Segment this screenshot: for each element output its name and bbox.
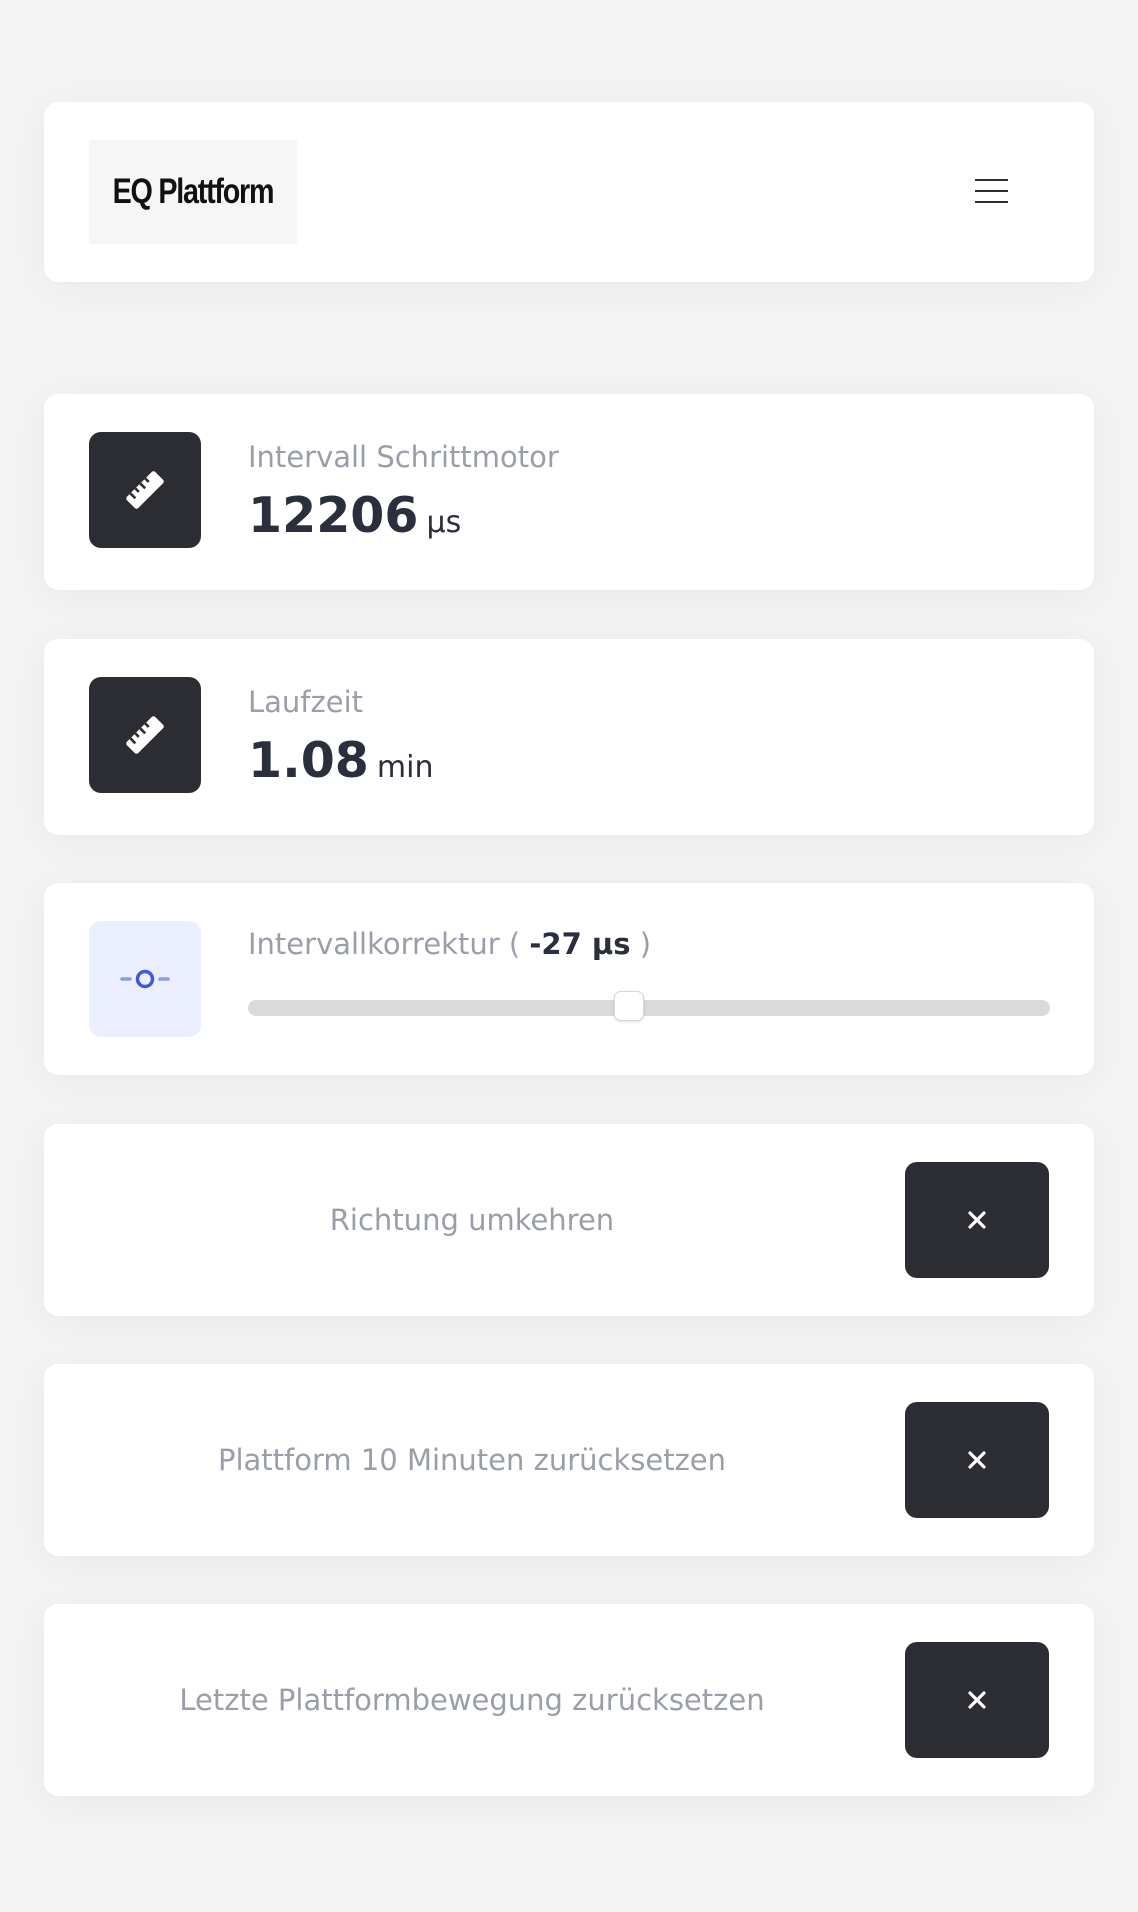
slider-thumb[interactable]	[613, 991, 644, 1021]
reset-last-movement-button[interactable]	[905, 1642, 1049, 1758]
reset-10-minutes-button[interactable]	[905, 1402, 1049, 1518]
reset-last-movement-label: Letzte Plattformbewegung zurücksetzen	[179, 1683, 765, 1717]
stat-number: 1.08	[248, 732, 369, 789]
stat-card-stepper-interval: Intervall Schrittmotor 12206 µs	[44, 394, 1094, 590]
logo[interactable]: EQ Plattform	[89, 140, 297, 244]
stat-value: 12206 µs	[248, 487, 461, 544]
reverse-direction-label: Richtung umkehren	[329, 1203, 615, 1237]
stat-unit: µs	[426, 505, 462, 540]
reset-10-minutes-label: Plattform 10 Minuten zurücksetzen	[217, 1443, 727, 1477]
ruler-icon	[89, 677, 201, 793]
stat-card-runtime: Laufzeit 1.08 min	[44, 639, 1094, 835]
stat-label: Laufzeit	[248, 685, 364, 719]
reverse-direction-button[interactable]	[905, 1162, 1049, 1278]
reset-10-minutes-card: Plattform 10 Minuten zurücksetzen	[44, 1364, 1094, 1556]
close-icon	[968, 1691, 986, 1709]
stat-number: 12206	[248, 487, 419, 544]
reverse-direction-card: Richtung umkehren	[44, 1124, 1094, 1316]
slider-icon	[89, 921, 201, 1037]
stat-label: Intervall Schrittmotor	[248, 440, 559, 474]
close-icon	[968, 1211, 986, 1229]
hamburger-menu-icon[interactable]	[964, 168, 1022, 214]
close-icon	[968, 1451, 986, 1469]
interval-correction-label: Intervallkorrektur ( -27 µs )	[248, 927, 651, 961]
ruler-icon	[89, 432, 201, 548]
interval-correction-card: Intervallkorrektur ( -27 µs )	[44, 883, 1094, 1075]
interval-correction-slider[interactable]	[248, 991, 1050, 1021]
correction-value: -27 µs	[529, 927, 631, 961]
reset-last-movement-card: Letzte Plattformbewegung zurücksetzen	[44, 1604, 1094, 1796]
label-prefix: Intervallkorrektur (	[248, 927, 530, 961]
stat-value: 1.08 min	[248, 732, 433, 789]
stat-unit: min	[376, 750, 434, 785]
top-bar: EQ Plattform	[44, 102, 1094, 282]
logo-text: EQ Plattform	[112, 172, 275, 211]
label-suffix: )	[630, 927, 652, 961]
